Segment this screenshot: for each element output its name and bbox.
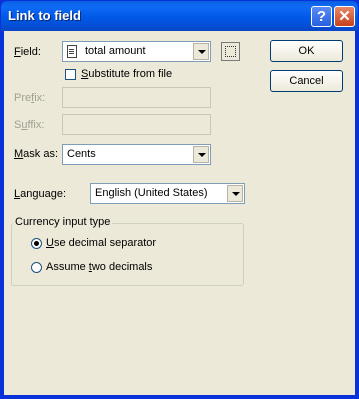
suffix-input[interactable]: [62, 114, 211, 135]
substitute-checkbox[interactable]: [65, 69, 76, 80]
document-icon: [67, 45, 77, 58]
field-label: Field:: [14, 46, 41, 58]
browse-button[interactable]: [221, 42, 240, 61]
currency-groupbox: [11, 223, 244, 286]
ok-button[interactable]: OK: [270, 40, 343, 62]
suffix-label: Suffix:: [14, 119, 45, 131]
chevron-down-icon[interactable]: [227, 185, 243, 202]
assume-two-decimals-radio[interactable]: [31, 262, 42, 273]
mask-select[interactable]: Cents: [62, 144, 211, 165]
language-label: Language:: [14, 188, 67, 200]
field-combobox[interactable]: total amount: [62, 41, 211, 62]
help-button[interactable]: ?: [311, 6, 332, 27]
close-button[interactable]: ✕: [334, 6, 355, 27]
dialog-body: Field: total amount Substitute from file…: [4, 31, 355, 395]
title-bar[interactable]: Link to field ? ✕: [1, 1, 358, 31]
use-decimal-separator-radio[interactable]: [31, 238, 42, 249]
assume-two-decimals-label: Assume two decimals: [46, 261, 153, 273]
prefix-input[interactable]: [62, 87, 211, 108]
substitute-label: Substitute from file: [81, 68, 173, 80]
language-select[interactable]: English (United States): [90, 183, 245, 204]
link-to-field-dialog: Link to field ? ✕ Field: total amount Su…: [0, 0, 359, 399]
chevron-down-icon[interactable]: [193, 43, 209, 60]
window-title: Link to field: [8, 8, 81, 23]
prefix-label: Prefix:: [14, 92, 46, 104]
cancel-button[interactable]: Cancel: [270, 70, 343, 92]
currency-group-title: Currency input type: [13, 216, 113, 228]
mask-label: Mask as:: [14, 148, 59, 160]
use-decimal-separator-label: Use decimal separator: [46, 237, 157, 249]
language-value: English (United States): [95, 187, 208, 199]
field-value: total amount: [85, 45, 146, 57]
mask-value: Cents: [67, 148, 96, 160]
chevron-down-icon[interactable]: [193, 146, 209, 163]
